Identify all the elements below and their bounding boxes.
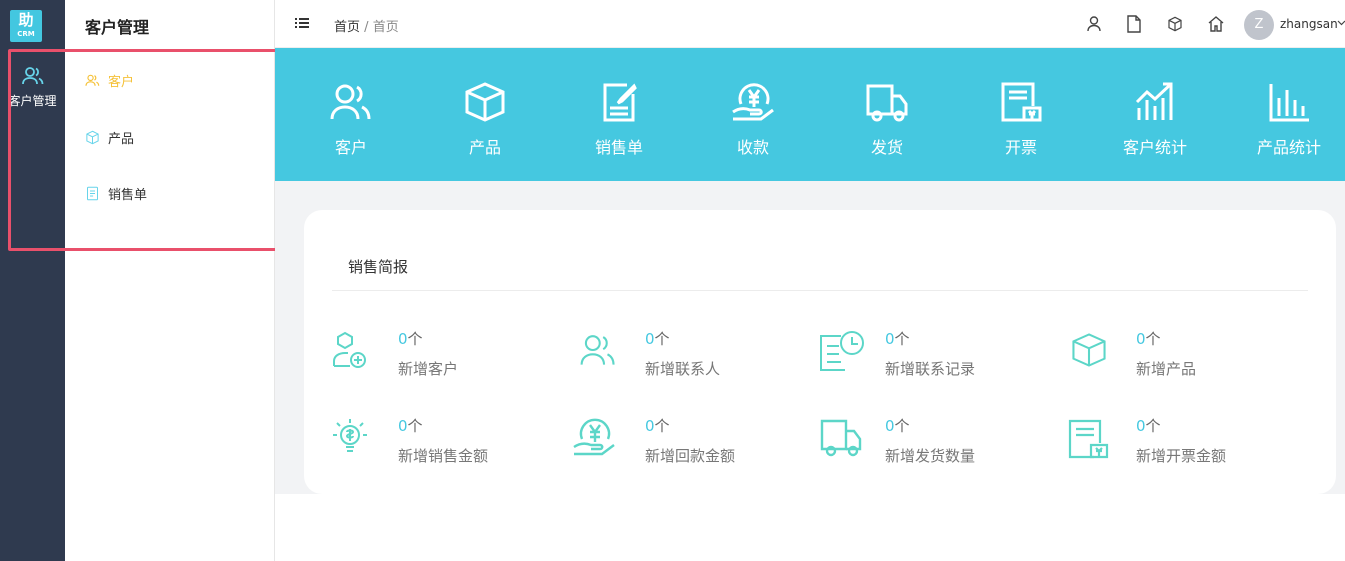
stat-value: 0个 [885,417,910,435]
shortcut-label: 客户 [334,138,367,157]
sidebar-item-label: 销售单 [108,187,148,203]
stat-label: 新增联系记录 [885,360,976,378]
shortcut-label: 收款 [736,138,769,157]
logo-subtext: CRM [17,30,35,38]
truck-icon [866,84,908,122]
card-title: 销售简报 [348,258,409,276]
trend-chart-icon [1135,82,1173,120]
lightbulb-money-icon [333,419,367,452]
stat-new-shipment-count[interactable]: 0个 新增发货数量 [819,415,1049,471]
stat-label: 新增回款金额 [645,447,736,465]
shortcut-product-stats[interactable]: 产品统计 [1222,48,1345,181]
order-icon [87,186,98,200]
shortcut-label: 产品 [468,138,501,157]
edit-document-icon [603,83,637,122]
shortcut-label: 开票 [1004,138,1037,157]
stat-value: 0个 [645,330,670,348]
shortcut-label: 发货 [870,138,903,157]
app-rail: 助 CRM 客户管理 [0,0,65,561]
stat-new-products[interactable]: 0个 新增产品 [1070,328,1300,384]
shortcut-products[interactable]: 产品 [418,48,552,181]
home-icon[interactable] [1207,15,1225,33]
invoice-icon [1001,82,1042,122]
stat-new-payment-amount[interactable]: 0个 新增回款金额 [572,415,802,471]
stat-new-contacts[interactable]: 0个 新增联系人 [579,328,809,384]
invoice-icon [1068,419,1109,459]
shortcut-customer-stats[interactable]: 客户统计 [1088,48,1222,181]
truck-icon [820,419,862,457]
shortcut-shipping[interactable]: 发货 [820,48,954,181]
sidebar-title: 客户管理 [85,18,150,37]
stat-new-contact-records[interactable]: 0个 新增联系记录 [819,328,1049,384]
sidebar-item-label: 产品 [108,131,135,147]
stat-new-sales-amount[interactable]: 0个 新增销售金额 [332,415,562,471]
rail-item-customer-management[interactable]: 客户管理 [0,60,65,109]
shortcut-label: 销售单 [594,138,643,157]
stat-new-customers[interactable]: 0个 新增客户 [332,328,562,384]
chevron-down-icon[interactable] [1337,20,1345,26]
sales-report-card: 销售简报 0个 新增客户 0个 新增联系人 0个 新增联系记录 0个 新增产品 … [304,210,1336,494]
add-user-icon [333,331,366,368]
sidebar-item-label: 客户 [108,74,135,90]
payment-icon [732,83,774,121]
breadcrumb: 首页 / 首页 [334,16,399,35]
customers-icon [330,84,371,120]
stat-label: 新增销售金额 [398,447,489,465]
rail-item-label: 客户管理 [8,94,57,108]
stat-value: 0个 [645,417,670,435]
breadcrumb-current: 首页 [372,20,399,35]
file-icon[interactable] [1127,15,1141,33]
stat-value: 0个 [398,417,423,435]
stat-new-invoice-amount[interactable]: 0个 新增开票金额 [1066,415,1296,471]
card-divider [332,290,1308,291]
stat-value: 0个 [1136,330,1161,348]
app-logo[interactable]: 助 CRM [10,10,42,42]
sidebar-item-orders[interactable]: 销售单 [85,182,147,204]
breadcrumb-separator: / [364,20,369,35]
menu-toggle-icon[interactable] [295,16,309,30]
shortcut-label: 客户统计 [1122,138,1187,157]
user-icon[interactable] [1086,15,1102,33]
payment-icon [573,418,615,456]
top-header: 首页 / 首页 Z zhangsan [275,0,1345,48]
avatar[interactable]: Z [1244,10,1274,40]
bar-chart-icon [1269,84,1309,122]
shortcut-banner: 客户 产品 销售单 收款 发货 开票 客户统计 产品统计 [275,48,1345,181]
stat-label: 新增联系人 [645,360,721,378]
stat-label: 新增发货数量 [885,447,976,465]
sidebar-item-products[interactable]: 产品 [85,126,134,148]
shortcut-sales-orders[interactable]: 销售单 [552,48,686,181]
breadcrumb-root[interactable]: 首页 [334,20,360,35]
stat-value: 0个 [885,330,910,348]
box-icon [1072,333,1106,367]
contacts-icon [580,335,615,365]
box-icon [465,82,505,122]
sidebar-item-customers[interactable]: 客户 [85,69,134,91]
stat-value: 0个 [1136,417,1161,435]
stat-label: 新增产品 [1136,360,1197,378]
stat-value: 0个 [398,330,423,348]
box-icon [86,130,99,144]
shortcut-customers[interactable]: 客户 [284,48,418,181]
shortcut-invoicing[interactable]: 开票 [954,48,1088,181]
username[interactable]: zhangsan [1280,17,1338,31]
customers-icon [85,74,100,86]
customers-icon [21,67,43,85]
record-clock-icon [820,331,864,371]
box-icon[interactable] [1167,15,1183,33]
stat-label: 新增开票金额 [1136,447,1227,465]
logo-text: 助 [18,11,34,29]
stat-label: 新增客户 [398,360,459,378]
sidebar: 客户管理 客户 产品 销售单 [65,0,275,561]
shortcut-label: 产品统计 [1256,138,1321,157]
shortcut-payments[interactable]: 收款 [686,48,820,181]
